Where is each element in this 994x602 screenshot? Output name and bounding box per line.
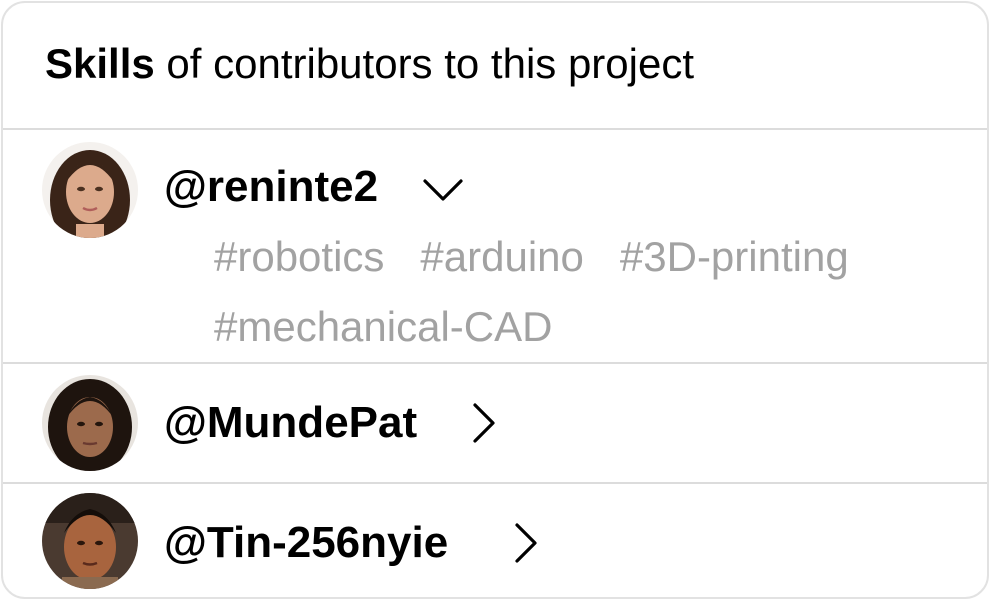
contributor-handle[interactable]: @MundePat: [164, 397, 417, 449]
chevron-right-icon[interactable]: [505, 521, 549, 565]
skill-tag: #arduino: [420, 233, 584, 280]
chevron-right-icon[interactable]: [463, 401, 507, 445]
title-strong: Skills: [45, 40, 155, 87]
avatar: [42, 493, 138, 589]
avatar: [42, 142, 138, 238]
skills-card: Skills of contributors to this project @…: [1, 1, 989, 599]
title-rest: of contributors to this project: [154, 40, 695, 87]
skill-tags: #robotics #arduino #3D-printing #mechanical…: [214, 222, 954, 362]
skill-tag: #robotics: [214, 233, 385, 280]
skill-tag: #mechanical-CAD: [214, 303, 553, 350]
card-title: Skills of contributors to this project: [45, 39, 694, 89]
avatar: [42, 375, 138, 471]
contributor-row-reninte2[interactable]: @reninte2 #robotics #arduino #3D-printing#…: [3, 128, 987, 364]
contributor-row-mundepat[interactable]: @MundePat: [3, 364, 987, 484]
contributor-handle[interactable]: @reninte2: [164, 161, 378, 213]
skill-tag: #3D-printing: [619, 233, 849, 280]
chevron-down-icon[interactable]: [421, 166, 465, 210]
contributor-row-tin-256nyie[interactable]: @Tin-256nyie: [3, 484, 987, 597]
card-header: Skills of contributors to this project: [3, 3, 987, 130]
contributor-handle[interactable]: @Tin-256nyie: [164, 517, 448, 569]
